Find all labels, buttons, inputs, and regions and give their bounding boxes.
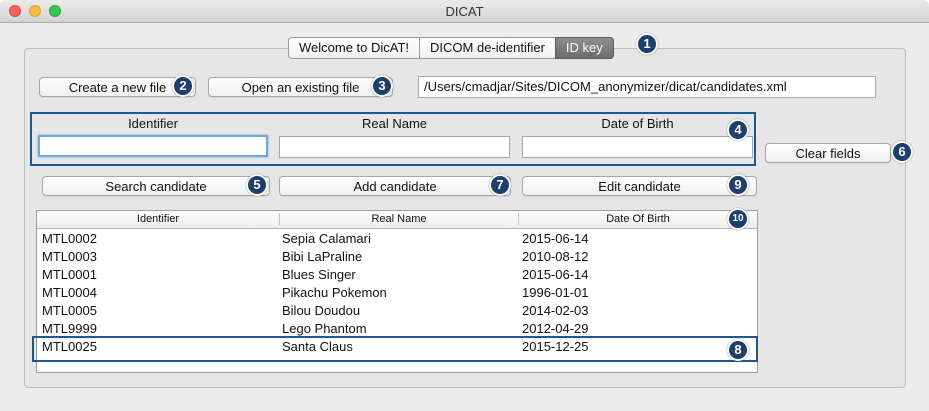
- date-of-birth-input[interactable]: [522, 136, 753, 158]
- tab-dicom-deidentifier[interactable]: DICOM de-identifier: [419, 37, 556, 59]
- row-date-of-birth: 2015-06-14: [522, 267, 589, 282]
- row-real-name: Lego Phantom: [282, 321, 367, 336]
- annotation-badge-5: 5: [246, 174, 268, 196]
- row-date-of-birth: 2014-02-03: [522, 303, 589, 318]
- window-title: DICAT: [445, 4, 484, 19]
- selected-row-highlight-box: [32, 336, 758, 362]
- title-bar: DICAT: [0, 0, 929, 23]
- column-header-real-name[interactable]: Real Name: [280, 213, 518, 225]
- annotation-badge-6: 6: [891, 141, 913, 163]
- row-date-of-birth: 2015-06-14: [522, 231, 589, 246]
- tab-bar: Welcome to DicAT! DICOM de-identifier ID…: [288, 37, 614, 59]
- annotation-badge-1: 1: [636, 33, 658, 55]
- annotation-badge-7: 7: [489, 174, 511, 196]
- table-row[interactable]: MTL0002 Sepia Calamari 2015-06-14: [37, 230, 757, 248]
- row-identifier: MTL0003: [42, 249, 97, 264]
- row-date-of-birth: 2012-04-29: [522, 321, 589, 336]
- row-real-name: Blues Singer: [282, 267, 356, 282]
- row-real-name: Pikachu Pokemon: [282, 285, 387, 300]
- row-date-of-birth: 2010-08-12: [522, 249, 589, 264]
- table-header: Identifier Real Name Date Of Birth: [37, 211, 757, 229]
- annotation-badge-4: 4: [727, 119, 749, 141]
- app-window: DICAT Welcome to DicAT! DICOM de-identif…: [0, 0, 929, 411]
- table-row[interactable]: MTL0001 Blues Singer 2015-06-14: [37, 266, 757, 284]
- annotation-badge-2: 2: [172, 75, 194, 97]
- table-row[interactable]: MTL0004 Pikachu Pokemon 1996-01-01: [37, 284, 757, 302]
- annotation-badge-10: 10: [727, 208, 749, 230]
- annotation-badge-8: 8: [727, 339, 749, 361]
- row-identifier: MTL0002: [42, 231, 97, 246]
- clear-fields-button[interactable]: Clear fields: [765, 143, 891, 163]
- annotation-badge-3: 3: [371, 75, 393, 97]
- row-real-name: Sepia Calamari: [282, 231, 371, 246]
- row-real-name: Bilou Doudou: [282, 303, 361, 318]
- date-of-birth-label: Date of Birth: [601, 116, 674, 131]
- file-path-field[interactable]: /Users/cmadjar/Sites/DICOM_anonymizer/di…: [418, 76, 876, 98]
- search-candidate-button[interactable]: Search candidate: [42, 176, 270, 196]
- add-candidate-button[interactable]: Add candidate: [279, 176, 511, 196]
- real-name-input[interactable]: [279, 136, 510, 158]
- tab-welcome[interactable]: Welcome to DicAT!: [288, 37, 421, 59]
- table-row[interactable]: MTL0003 Bibi LaPraline 2010-08-12: [37, 248, 757, 266]
- annotation-badge-9: 9: [727, 174, 749, 196]
- column-header-identifier[interactable]: Identifier: [37, 213, 279, 225]
- edit-candidate-button[interactable]: Edit candidate: [522, 176, 757, 196]
- row-identifier: MTL0001: [42, 267, 97, 282]
- real-name-label: Real Name: [361, 116, 428, 131]
- row-identifier: MTL0005: [42, 303, 97, 318]
- open-existing-file-button[interactable]: Open an existing file: [208, 77, 393, 97]
- table-row[interactable]: MTL0005 Bilou Doudou 2014-02-03: [37, 302, 757, 320]
- identifier-input[interactable]: [38, 135, 268, 157]
- column-header-date-of-birth[interactable]: Date Of Birth: [519, 213, 757, 225]
- row-identifier: MTL0004: [42, 285, 97, 300]
- tab-id-key[interactable]: ID key: [554, 37, 614, 59]
- identifier-label: Identifier: [128, 116, 178, 131]
- row-identifier: MTL9999: [42, 321, 97, 336]
- row-date-of-birth: 1996-01-01: [522, 285, 589, 300]
- row-real-name: Bibi LaPraline: [282, 249, 363, 264]
